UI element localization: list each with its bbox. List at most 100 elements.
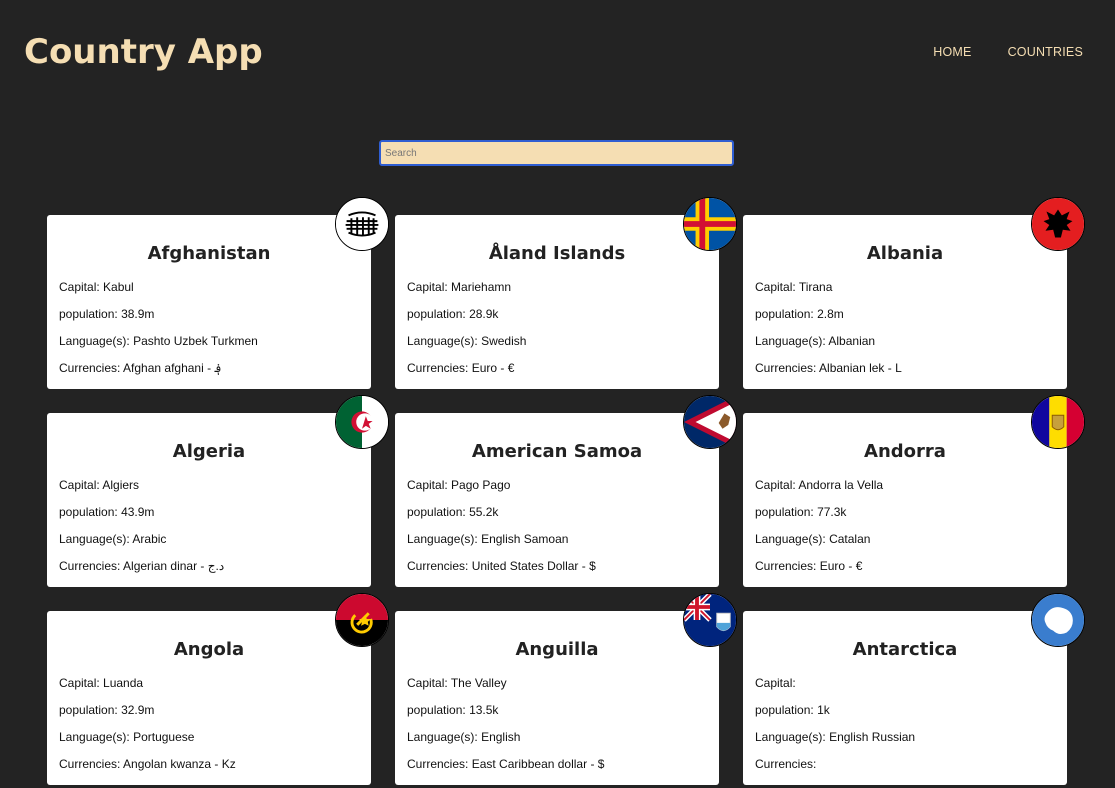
population-row: population: 77.3k: [755, 505, 847, 519]
population-row: population: 28.9k: [407, 307, 499, 321]
currencies-row: Currencies: Angolan kwanza - Kz: [59, 757, 236, 771]
capital-row: Capital:: [755, 676, 796, 690]
population-value: 2.8m: [817, 307, 844, 321]
capital-value: Kabul: [103, 280, 134, 294]
top-nav: HOME COUNTRIES: [933, 45, 1083, 59]
population-row: population: 13.5k: [407, 703, 499, 717]
currencies-value: Afghan afghani - ؋: [123, 361, 222, 375]
population-value: 38.9m: [121, 307, 155, 321]
currencies-row: Currencies: Albanian lek - L: [755, 361, 902, 375]
languages-value: Portuguese: [133, 730, 195, 744]
languages-value: English: [481, 730, 521, 744]
population-row: population: 43.9m: [59, 505, 155, 519]
country-name: Åland Islands: [488, 243, 626, 264]
population-value: 13.5k: [469, 703, 499, 717]
search-input[interactable]: [379, 140, 734, 166]
country-card[interactable]: Anguilla Capital: The Valley population:…: [395, 593, 737, 785]
country-card[interactable]: Algeria Capital: Algiers population: 43.…: [47, 395, 389, 587]
population-value: 28.9k: [469, 307, 499, 321]
country-name: Anguilla: [515, 639, 599, 660]
currencies-value: Euro - €: [471, 361, 515, 375]
languages-row: Language(s): Swedish: [407, 334, 527, 348]
languages-row: Language(s): English: [407, 730, 521, 744]
capital-value: Luanda: [103, 676, 144, 690]
nav-home-link[interactable]: HOME: [933, 45, 971, 59]
languages-row: Language(s): Albanian: [755, 334, 876, 348]
languages-row: Language(s): Portuguese: [59, 730, 195, 744]
anguilla-flag-icon: [683, 593, 737, 647]
app-title: Country App: [24, 32, 263, 72]
country-card[interactable]: Albania Capital: Tirana population: 2.8m…: [743, 197, 1085, 389]
capital-row: Capital: Tirana: [755, 280, 833, 294]
currencies-row: Currencies: Euro - €: [407, 361, 515, 375]
population-value: 77.3k: [817, 505, 847, 519]
languages-value: English Russian: [829, 730, 916, 744]
currencies-row: Currencies: Afghan afghani - ؋: [59, 361, 222, 375]
capital-row: Capital: Kabul: [59, 280, 134, 294]
capital-row: Capital: Andorra la Vella: [755, 478, 884, 492]
population-row: population: 32.9m: [59, 703, 155, 717]
currencies-row: Currencies: Algerian dinar - د.ج: [59, 559, 225, 573]
country-card[interactable]: Afghanistan Capital: Kabul population: 3…: [47, 197, 389, 389]
currencies-value: Euro - €: [819, 559, 863, 573]
capital-value: The Valley: [450, 676, 507, 690]
capital-value: Tirana: [798, 280, 833, 294]
population-value: 55.2k: [469, 505, 499, 519]
capital-row: Capital: The Valley: [407, 676, 507, 690]
capital-row: Capital: Pago Pago: [407, 478, 511, 492]
currencies-value: East Caribbean dollar - $: [471, 757, 605, 771]
country-name: Andorra: [864, 441, 946, 462]
country-name: Angola: [173, 639, 245, 660]
languages-value: English Samoan: [481, 532, 569, 546]
population-value: 43.9m: [121, 505, 155, 519]
languages-row: Language(s): English Russian: [755, 730, 916, 744]
aland-islands-flag-icon: [683, 197, 737, 251]
country-card[interactable]: Angola Capital: Luanda population: 32.9m…: [47, 593, 389, 785]
currencies-value: Angolan kwanza - Kz: [123, 757, 236, 771]
languages-row: Language(s): Arabic: [59, 532, 167, 546]
capital-row: Capital: Mariehamn: [407, 280, 512, 294]
country-card[interactable]: Åland Islands Capital: Mariehamn populat…: [395, 197, 737, 389]
population-row: population: 2.8m: [755, 307, 844, 321]
country-name: American Samoa: [471, 441, 643, 462]
antarctica-flag-icon: [1031, 593, 1085, 647]
country-grid: Afghanistan Capital: Kabul population: 3…: [47, 197, 1085, 785]
currencies-value: United States Dollar - $: [471, 559, 596, 573]
languages-value: Albanian: [828, 334, 876, 348]
languages-row: Language(s): Catalan: [755, 532, 871, 546]
population-value: 32.9m: [121, 703, 155, 717]
country-name: Antarctica: [852, 639, 958, 660]
andorra-flag-icon: [1031, 395, 1085, 449]
capital-value: Pago Pago: [451, 478, 511, 492]
country-card[interactable]: American Samoa Capital: Pago Pago popula…: [395, 395, 737, 587]
currencies-row: Currencies: United States Dollar - $: [407, 559, 596, 573]
languages-row: Language(s): Pashto Uzbek Turkmen: [59, 334, 258, 348]
languages-value: Swedish: [481, 334, 527, 348]
capital-value: Algiers: [102, 478, 140, 492]
languages-value: Pashto Uzbek Turkmen: [133, 334, 258, 348]
country-name: Albania: [866, 243, 944, 264]
population-row: population: 1k: [755, 703, 830, 717]
capital-row: Capital: Algiers: [59, 478, 140, 492]
languages-value: Arabic: [132, 532, 167, 546]
capital-value: Andorra la Vella: [798, 478, 884, 492]
languages-value: Catalan: [829, 532, 871, 546]
country-name: Afghanistan: [147, 243, 271, 264]
currencies-row: Currencies:: [755, 757, 817, 771]
country-card[interactable]: Antarctica Capital: population: 1k Langu…: [743, 593, 1085, 785]
capital-row: Capital: Luanda: [59, 676, 144, 690]
languages-row: Language(s): English Samoan: [407, 532, 569, 546]
country-card[interactable]: Andorra Capital: Andorra la Vella popula…: [743, 395, 1085, 587]
country-name: Algeria: [172, 441, 246, 462]
algeria-flag-icon: [335, 395, 389, 449]
american-samoa-flag-icon: [683, 395, 737, 449]
population-row: population: 55.2k: [407, 505, 499, 519]
population-row: population: 38.9m: [59, 307, 155, 321]
albania-flag-icon: [1031, 197, 1085, 251]
afghanistan-flag-icon: [335, 197, 389, 251]
capital-value: Mariehamn: [451, 280, 512, 294]
currencies-value: Albanian lek - L: [819, 361, 902, 375]
population-value: 1k: [817, 703, 830, 717]
currencies-value: Algerian dinar - د.ج: [123, 559, 225, 573]
nav-countries-link[interactable]: COUNTRIES: [1008, 45, 1083, 59]
